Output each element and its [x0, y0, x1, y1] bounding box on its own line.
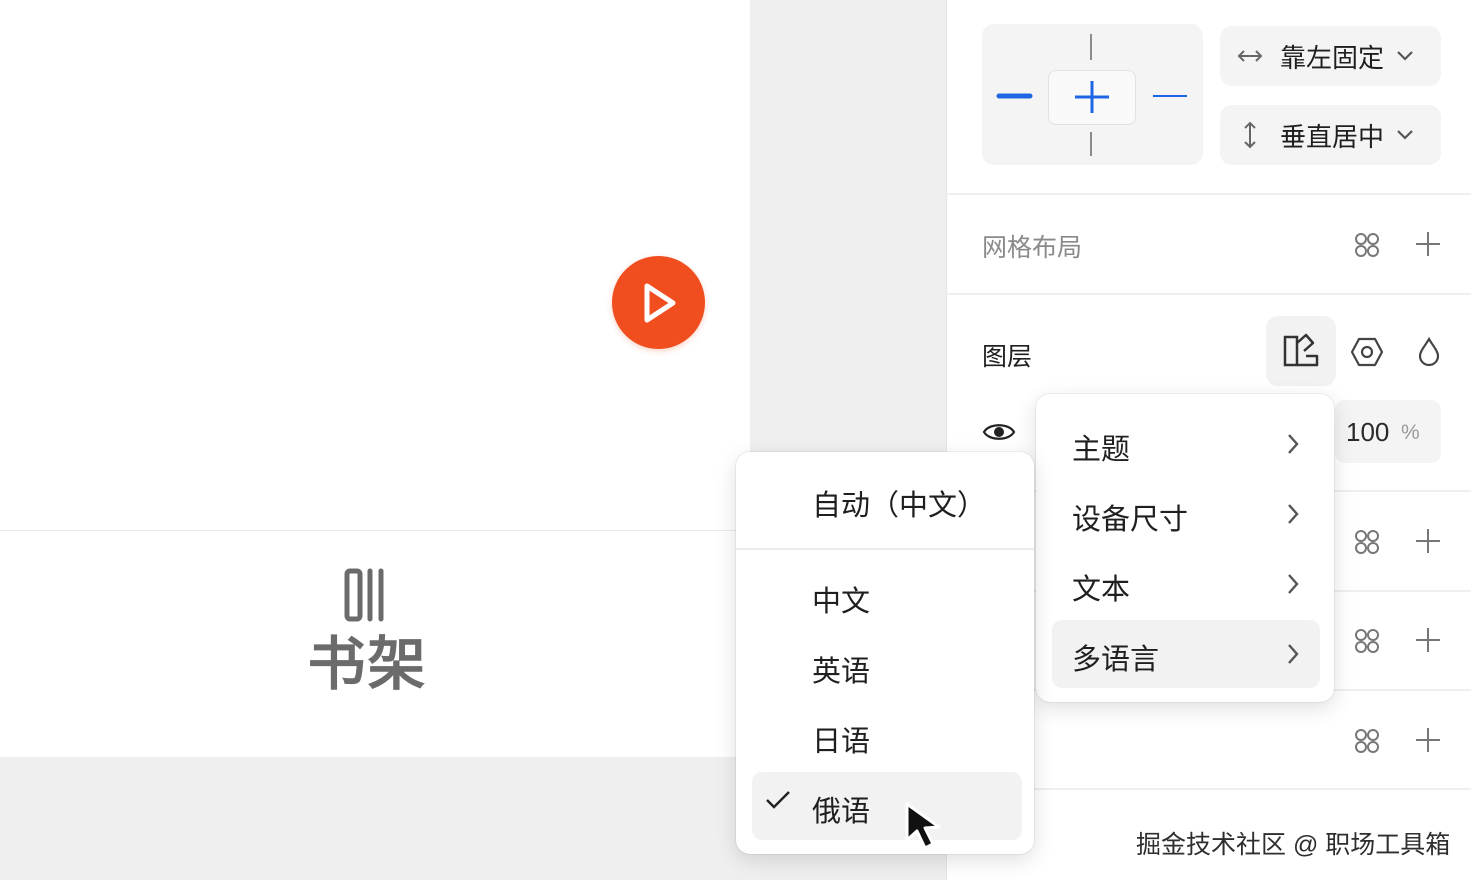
language-submenu: 自动（中文） 中文 英语 日语 俄语 [736, 452, 1034, 854]
grid-icon[interactable] [1353, 528, 1381, 556]
section-divider [946, 193, 1471, 195]
menu-item-label: 文本 [1072, 574, 1131, 606]
menu-item-text[interactable]: 文本 [1052, 550, 1320, 618]
checkmark-icon [766, 791, 790, 809]
eye-icon[interactable] [982, 418, 1016, 446]
menu-item-label: 多语言 [1072, 644, 1160, 676]
language-option-english[interactable]: 英语 [812, 648, 870, 690]
play-button[interactable] [612, 256, 705, 349]
bookshelf-label: 书架 [307, 632, 428, 697]
paint-palette-icon [1283, 333, 1319, 367]
language-option-chinese[interactable]: 中文 [812, 578, 870, 620]
opacity-unit: % [1401, 421, 1420, 444]
droplet-icon[interactable] [1416, 336, 1442, 368]
canvas-divider [0, 530, 750, 531]
language-option-auto[interactable]: 自动（中文） [812, 482, 986, 524]
chevron-down-icon [1397, 51, 1413, 61]
menu-item-label: 设备尺寸 [1072, 504, 1189, 536]
menu-item-multilanguage[interactable]: 多语言 [1052, 620, 1320, 688]
chevron-down-icon [1397, 130, 1413, 140]
constraint-widget[interactable] [982, 24, 1203, 165]
watermark-text: 掘金技术社区 @ 职场工具箱 [1136, 831, 1451, 859]
grid-layout-title: 网格布局 [982, 234, 1083, 262]
menu-item-theme[interactable]: 主题 [1052, 410, 1320, 478]
mouse-cursor-icon [905, 802, 941, 850]
grid-icon[interactable] [1353, 727, 1381, 755]
horizontal-constraint-label: 靠左固定 [1280, 42, 1385, 73]
vertical-constraint-select[interactable]: 垂直居中 [1220, 105, 1441, 165]
section-divider [946, 293, 1471, 295]
menu-item-label: 主题 [1072, 434, 1131, 466]
chevron-right-icon [1288, 574, 1299, 594]
menu-divider [736, 548, 1034, 550]
horizontal-arrows-icon [1237, 50, 1263, 62]
language-option-russian[interactable]: 俄语 [812, 788, 870, 830]
add-icon[interactable] [1414, 230, 1442, 258]
layer-style-button[interactable] [1266, 316, 1336, 386]
play-icon [644, 283, 675, 322]
canvas [0, 0, 750, 880]
language-option-japanese[interactable]: 日语 [812, 718, 870, 760]
grid-icon[interactable] [1353, 627, 1381, 655]
add-icon[interactable] [1414, 527, 1442, 555]
vertical-constraint-label: 垂直居中 [1280, 121, 1385, 152]
chevron-right-icon [1288, 434, 1299, 454]
hexagon-settings-icon[interactable] [1350, 335, 1384, 369]
add-icon[interactable] [1414, 626, 1442, 654]
bookshelf-icon [344, 568, 383, 622]
chevron-right-icon [1288, 644, 1299, 664]
layers-title: 图层 [982, 343, 1033, 371]
language-option-russian-highlight[interactable] [752, 772, 1022, 840]
center-plus-icon [1075, 81, 1109, 113]
add-icon[interactable] [1414, 726, 1442, 754]
chevron-right-icon [1288, 504, 1299, 524]
bookshelf-tab[interactable]: 书架 [305, 565, 430, 697]
horizontal-constraint-select[interactable]: 靠左固定 [1220, 26, 1441, 86]
canvas-bottom-area [0, 757, 750, 880]
opacity-value: 100 [1346, 417, 1390, 447]
context-menu: 主题 设备尺寸 文本 多语言 [1036, 394, 1334, 702]
constraint-center-box[interactable] [1048, 70, 1136, 125]
grid-icon[interactable] [1353, 231, 1381, 259]
vertical-arrows-icon [1244, 121, 1256, 149]
menu-item-device-size[interactable]: 设备尺寸 [1052, 480, 1320, 548]
